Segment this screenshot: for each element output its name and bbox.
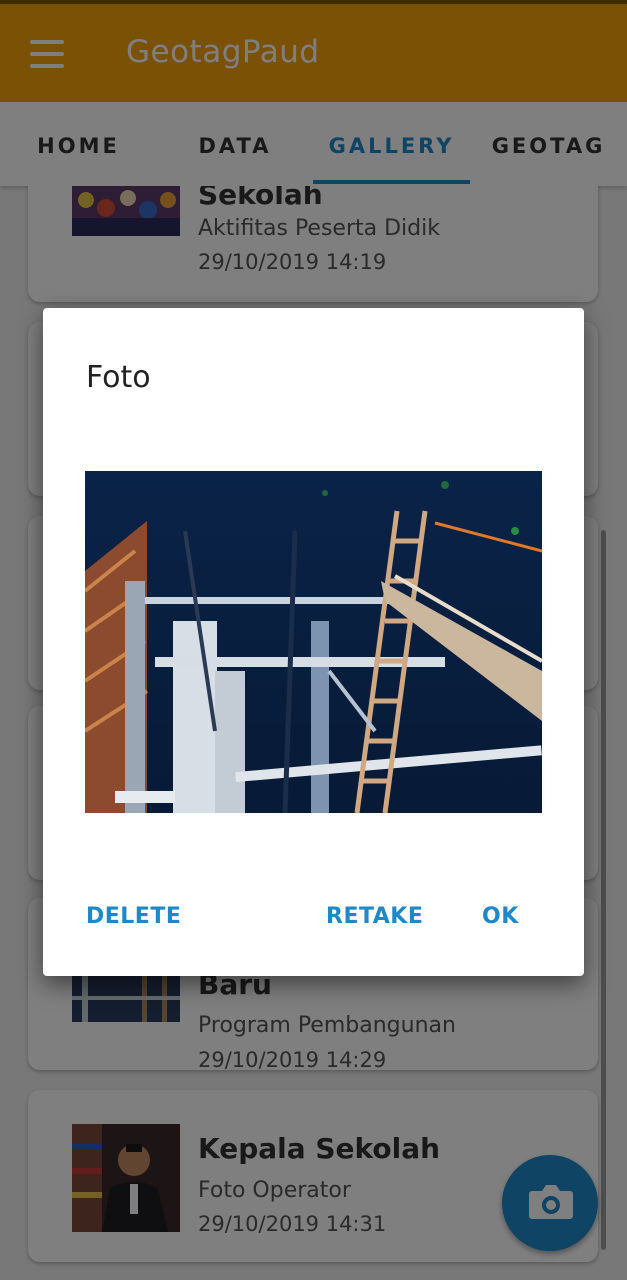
delete-button[interactable]: DELETE <box>86 904 181 929</box>
ok-button[interactable]: OK <box>482 904 519 929</box>
dialog-title: Foto <box>86 360 151 395</box>
dialog-photo <box>85 471 542 813</box>
retake-button[interactable]: RETAKE <box>326 904 423 929</box>
photo-dialog: Foto DELETE RETAKE OK <box>43 308 584 976</box>
dialog-actions: DELETE RETAKE OK <box>43 904 584 944</box>
